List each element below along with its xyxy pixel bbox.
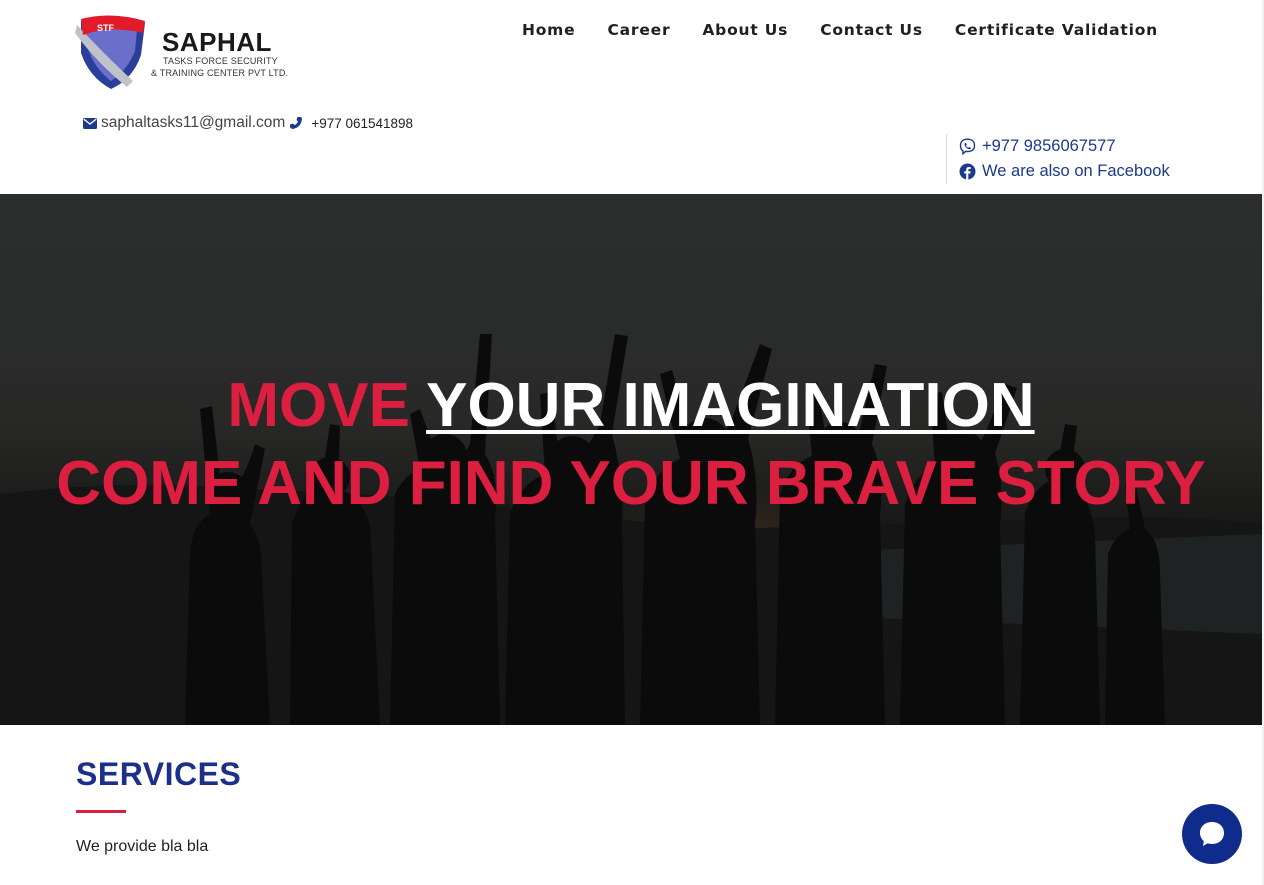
brand-tagline-1: TASKS FORCE SECURITY: [163, 56, 278, 66]
phone-text: +977 061541898: [311, 115, 414, 131]
viber-number: +977 9856067577: [982, 137, 1116, 155]
phone-icon: [290, 117, 303, 129]
email-link[interactable]: saphaltasks11@gmail.com: [83, 114, 285, 132]
hero-banner: MOVE YOUR IMAGINATION COME AND FIND YOUR…: [0, 194, 1262, 725]
viber-icon: [959, 138, 976, 155]
email-text: saphaltasks11@gmail.com: [101, 114, 286, 131]
hero-headline-1: MOVE YOUR IMAGINATION: [0, 370, 1262, 441]
hero-headline-move: MOVE: [227, 371, 410, 440]
services-description: We provide bla bla: [76, 838, 209, 855]
services-heading: SERVICES: [76, 756, 242, 792]
envelope-icon: [83, 117, 97, 129]
viber-link[interactable]: +977 9856067577: [959, 134, 1170, 159]
nav-career[interactable]: Career: [591, 19, 686, 41]
nav-certificate-validation[interactable]: Certificate Validation: [939, 19, 1174, 41]
social-contacts: +977 9856067577 We are also on Facebook: [946, 134, 1170, 184]
brand-tagline-2: & TRAINING CENTER PVT LTD.: [151, 68, 289, 78]
services-underline-divider: [76, 810, 126, 813]
site-header: STF SAPHAL TASKS FORCE SECURITY & TRAINI…: [0, 0, 1264, 194]
nav-about-us[interactable]: About Us: [686, 19, 804, 41]
hero-headline-2: COME AND FIND YOUR BRAVE STORY: [56, 449, 1206, 518]
nav-contact-us[interactable]: Contact Us: [804, 19, 939, 41]
main-nav: Home Career About Us Contact Us Certific…: [506, 19, 1174, 41]
phone-link[interactable]: +977 061541898: [285, 116, 413, 131]
nav-home[interactable]: Home: [506, 19, 591, 41]
brand-logo[interactable]: STF SAPHAL TASKS FORCE SECURITY & TRAINI…: [75, 15, 295, 93]
facebook-icon: [959, 163, 976, 180]
logo-initials: STF: [97, 23, 115, 33]
chat-bubble-icon: [1200, 822, 1224, 846]
brand-name: SAPHAL: [162, 27, 272, 57]
chat-launcher-button[interactable]: [1182, 804, 1242, 864]
hero-headline-imagination: YOUR IMAGINATION: [426, 371, 1035, 440]
facebook-text: We are also on Facebook: [982, 162, 1170, 180]
contact-info: saphaltasks11@gmail.com +977 061541898: [83, 114, 413, 132]
facebook-link[interactable]: We are also on Facebook: [959, 159, 1170, 184]
shield-logo-icon: STF: [75, 15, 145, 90]
